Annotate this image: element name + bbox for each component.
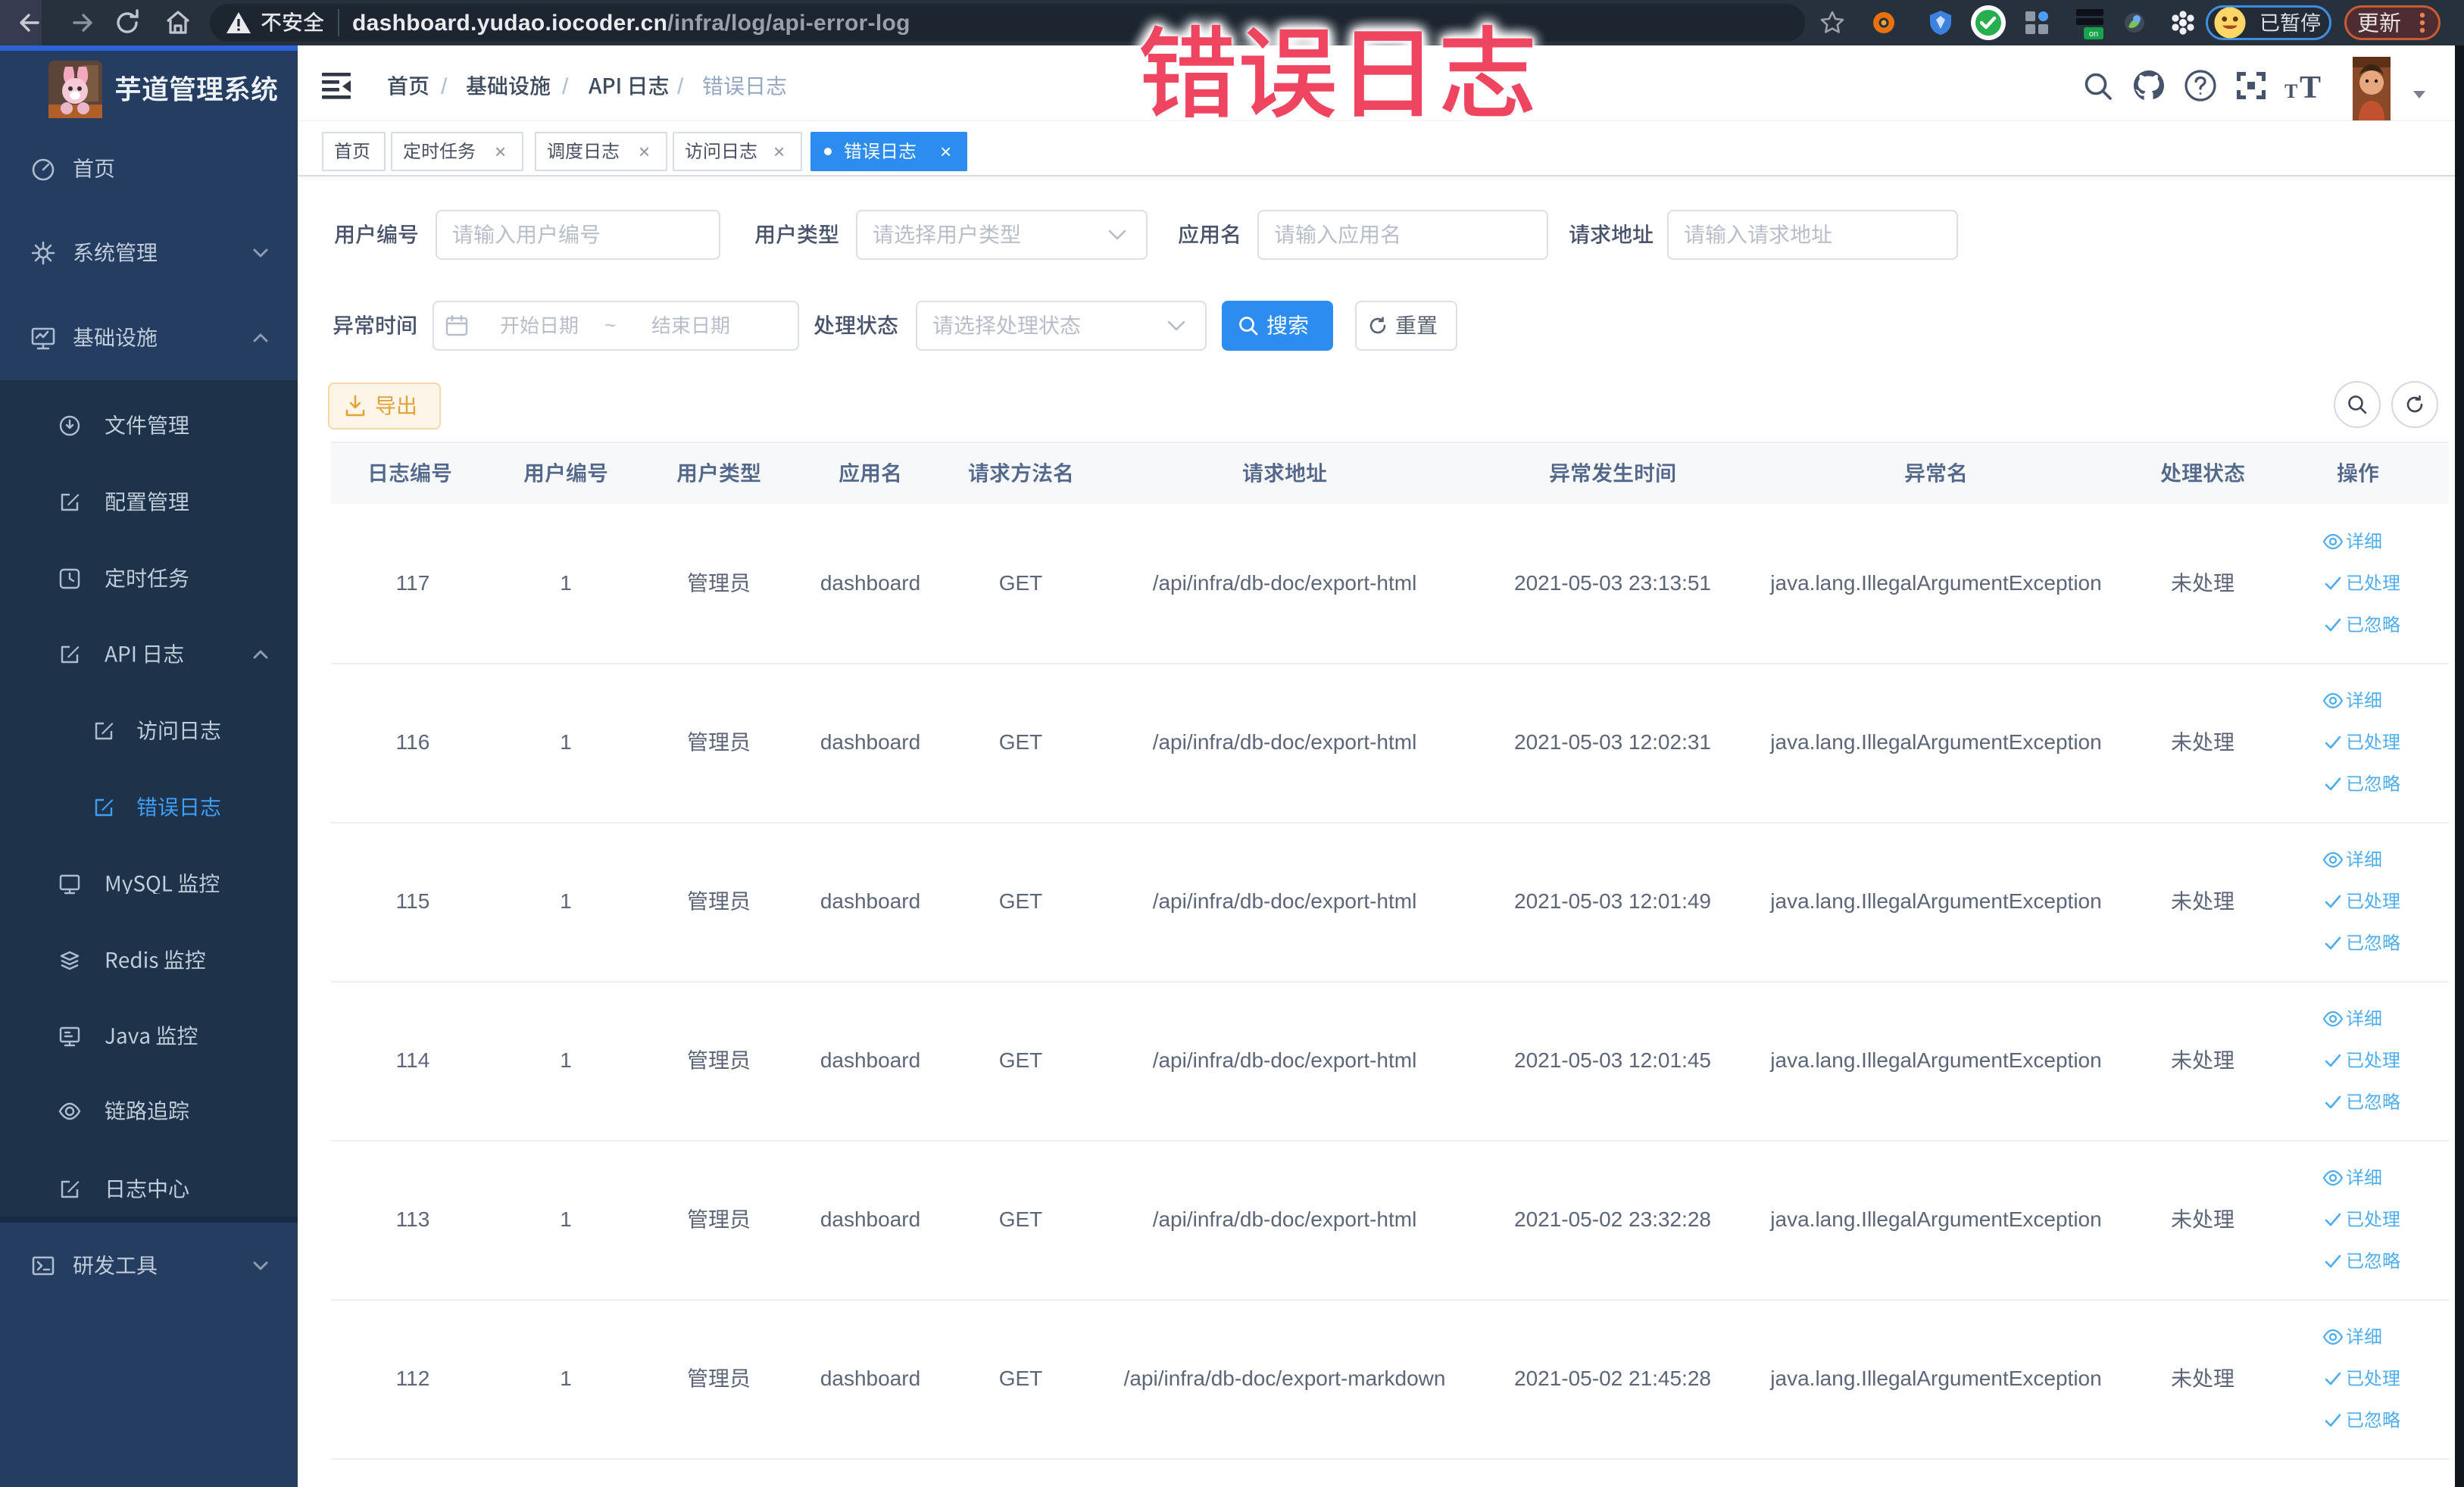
svg-text:on: on <box>2089 30 2098 39</box>
